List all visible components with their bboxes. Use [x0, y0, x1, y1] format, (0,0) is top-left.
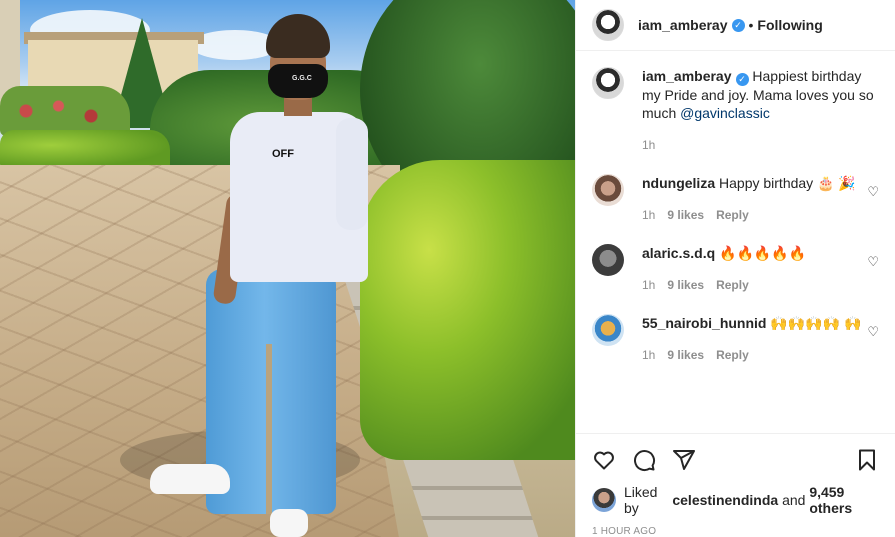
reply-button[interactable]: Reply	[716, 348, 749, 362]
caption-mention-link[interactable]: @gavinclassic	[680, 105, 770, 121]
comments-section: iam_amberay ✓ Happiest birthday my Pride …	[576, 51, 895, 433]
comment-item: alaric.s.d.q 🔥🔥🔥🔥🔥 1h 9 likes Reply ♡	[592, 244, 879, 292]
likes-prefix: Liked by	[624, 484, 658, 516]
photo-flowers	[0, 86, 130, 136]
liker-avatar[interactable]	[592, 488, 616, 512]
header-separator: •	[748, 17, 754, 33]
verified-badge-icon: ✓	[735, 73, 749, 86]
post-photo[interactable]: OFF G.G.C	[0, 0, 575, 537]
photo-hedge-left	[0, 130, 170, 168]
comment-time[interactable]: 1h	[642, 278, 655, 292]
caption-username[interactable]: iam_amberay	[642, 68, 732, 84]
mask-print: G.G.C	[292, 75, 312, 82]
comment-item: 55_nairobi_hunnid 🙌🙌🙌🙌 🙌 1h 9 likes Repl…	[592, 314, 879, 362]
person-shoe	[150, 464, 230, 494]
comment-time[interactable]: 1h	[642, 208, 655, 222]
author-avatar[interactable]	[592, 9, 624, 41]
comment-item: ndungeliza Happy birthday 🎂 🎉 1h 9 likes…	[592, 174, 879, 222]
comment-text: 🙌🙌🙌🙌 🙌	[770, 315, 862, 331]
heart-icon[interactable]: ♡	[867, 324, 879, 340]
instagram-post: OFF G.G.C iam_amberay ✓ • Following iam_…	[0, 0, 895, 537]
commenter-avatar[interactable]	[592, 314, 624, 346]
share-icon[interactable]	[672, 448, 696, 472]
comment-text: 🔥🔥🔥🔥🔥	[719, 245, 807, 261]
comment-username[interactable]: alaric.s.d.q	[642, 245, 715, 261]
caption-author-avatar[interactable]	[592, 67, 624, 99]
comment-time[interactable]: 1h	[642, 348, 655, 362]
photo-person: OFF G.G.C	[150, 14, 380, 537]
person-leg-gap	[266, 344, 272, 514]
person-hair	[266, 14, 330, 58]
post-timestamp[interactable]: 1 HOUR AGO	[592, 526, 879, 537]
likes-others-link[interactable]: 9,459 others	[809, 484, 879, 516]
likes-summary: Liked by celestinendinda and 9,459 other…	[592, 484, 879, 516]
commenter-avatar[interactable]	[592, 174, 624, 206]
post-header: iam_amberay ✓ • Following	[576, 0, 895, 51]
post-side-panel: iam_amberay ✓ • Following iam_amberay ✓ H…	[575, 0, 895, 537]
person-sleeve	[336, 118, 368, 230]
heart-icon[interactable]: ♡	[867, 254, 879, 270]
heart-icon[interactable]	[592, 448, 616, 472]
comment-username[interactable]: ndungeliza	[642, 175, 715, 191]
comment-likes[interactable]: 9 likes	[667, 278, 704, 292]
comment-username[interactable]: 55_nairobi_hunnid	[642, 315, 766, 331]
action-bar: Liked by celestinendinda and 9,459 other…	[576, 433, 895, 537]
shirt-print: OFF	[272, 148, 294, 160]
commenter-avatar[interactable]	[592, 244, 624, 276]
comment-likes[interactable]: 9 likes	[667, 208, 704, 222]
caption-time[interactable]: 1h	[642, 138, 655, 152]
comment-likes[interactable]: 9 likes	[667, 348, 704, 362]
reply-button[interactable]: Reply	[716, 208, 749, 222]
reply-button[interactable]: Reply	[716, 278, 749, 292]
verified-badge-icon: ✓	[731, 18, 745, 32]
author-username[interactable]: iam_amberay	[638, 17, 728, 33]
heart-icon[interactable]: ♡	[867, 184, 879, 200]
caption: iam_amberay ✓ Happiest birthday my Pride …	[592, 67, 879, 152]
photo-hedge-right	[360, 160, 575, 460]
likes-connector: and	[782, 492, 806, 508]
bookmark-icon[interactable]	[855, 448, 879, 472]
comment-text: Happy birthday 🎂 🎉	[719, 175, 856, 191]
liker-username[interactable]: celestinendinda	[672, 492, 778, 508]
following-button[interactable]: Following	[757, 17, 822, 33]
person-shoe	[270, 509, 308, 537]
comment-icon[interactable]	[632, 448, 656, 472]
